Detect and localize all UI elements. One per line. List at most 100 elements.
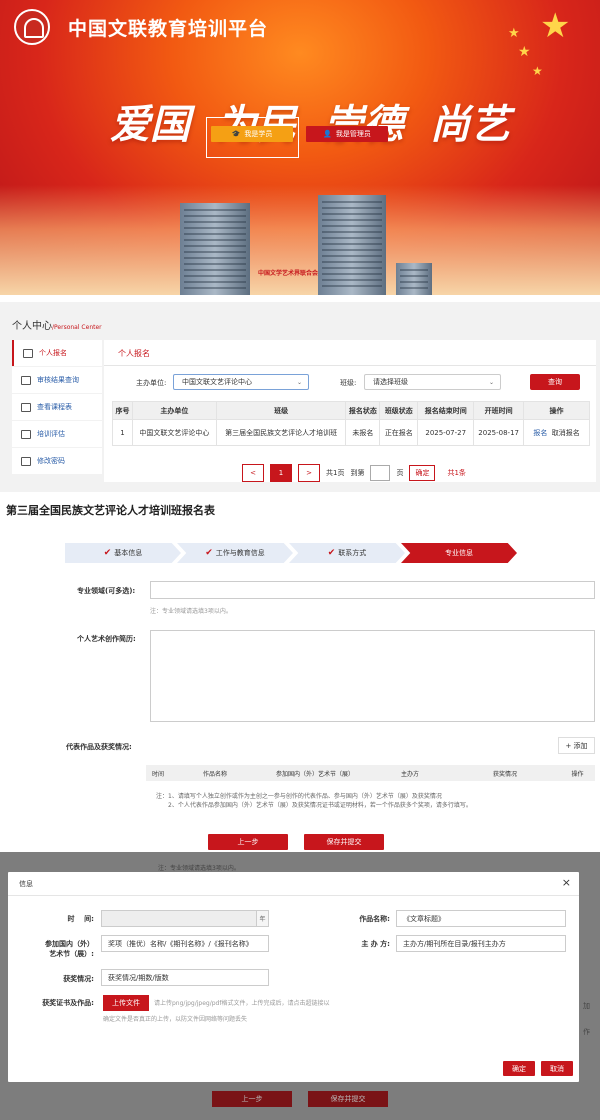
bio-label: 个人艺术创作简历: [77, 635, 136, 643]
award-input[interactable]: 获奖情况/期数/版数 [101, 969, 269, 986]
cell-organizer: 中国文联文艺评论中心 [131, 419, 217, 446]
dialog-ok-button[interactable]: 确定 [503, 1061, 535, 1076]
stars-decoration: ★ ★ ★ ★ [470, 4, 590, 104]
sidebar-item-evaluation[interactable]: 培训评估 [12, 421, 102, 447]
page-jump-input[interactable] [370, 465, 391, 481]
sidebar-item-label: 审核结果查询 [37, 376, 79, 384]
total-count: 共1条 [447, 469, 466, 477]
step-indicator: ✔ 基本信息 ✔ 工作与教育信息 ✔ 联系方式 专业信息 [65, 543, 525, 563]
column-header: 报名状态 [345, 401, 381, 420]
host-input[interactable]: 主办方/期刊所在目录/报刊主办方 [396, 935, 566, 952]
works-note-1: 注：1、请填写个人独立创作或作为主创之一参与创作的代表作品、参与国内（外）艺术节… [156, 793, 442, 800]
page-unit: 页 [396, 469, 404, 477]
sidebar-item-label: 个人报名 [39, 349, 67, 357]
sidebar-item-password[interactable]: 修改密码 [12, 448, 102, 474]
column-header: 参加国内（外）艺术节（展） [275, 770, 354, 778]
time-label: 时 间: [67, 915, 94, 923]
overlay-prev-button: 上一步 [212, 1091, 292, 1107]
save-submit-button[interactable]: 保存并提交 [304, 834, 384, 850]
time-input[interactable]: 年 [101, 910, 269, 927]
personal-center-sidebar: 个人报名 审核结果查询 查看课程表 培训评估 修改密码 [12, 340, 102, 475]
step-work-education[interactable]: ✔ 工作与教育信息 [177, 543, 293, 563]
table-header-row: 序号 主办单位 班级 报名状态 班级状态 报名结束时间 开班时间 操作 [112, 401, 590, 420]
column-header: 报名结束时间 [417, 401, 475, 420]
star-icon: ★ [508, 26, 520, 41]
upload-hint-1: 请上传png/jpg/jpeg/pdf格式文件，上传完成后，请点击超链接以 [154, 1000, 330, 1007]
sidebar-item-label: 查看课程表 [37, 403, 72, 411]
work-name-input[interactable]: 《文章标题》 [396, 910, 566, 927]
building [396, 263, 432, 295]
sidebar-item-registration[interactable]: 个人报名 [12, 340, 102, 366]
overlay-add-fragment: 加 [583, 1002, 590, 1010]
chevron-down-icon: ⌄ [488, 379, 494, 386]
class-select-placeholder: 请选择班级 [373, 378, 408, 386]
step-label: 联系方式 [338, 549, 367, 557]
host-value: 主办方/期刊所在目录/报刊主办方 [403, 939, 506, 948]
festival-input[interactable]: 奖项（推优）名称/《期刊名称》/《报刊名称》 [101, 935, 269, 952]
add-work-button[interactable]: + 添加 [558, 737, 595, 754]
professional-field-input[interactable] [150, 581, 595, 599]
tab-registration[interactable]: 个人报名 [118, 348, 150, 359]
personal-center: 个人中心/Personal Center 个人报名 审核结果查询 查看课程表 培… [0, 302, 600, 492]
column-header: 主办单位 [131, 401, 217, 420]
star-icon: ★ [540, 6, 571, 46]
check-icon: ✔ [205, 548, 213, 558]
personal-center-subtitle: /Personal Center [52, 324, 102, 331]
field-label: 专业领域(可多选): [77, 587, 136, 595]
divider [8, 895, 579, 896]
edit-icon [21, 456, 31, 466]
personal-center-title: 个人中心/Personal Center [12, 317, 102, 332]
dialog-title: 信息 [19, 880, 33, 888]
award-label: 获奖情况: [63, 975, 94, 983]
upload-file-button[interactable]: 上传文件 [103, 995, 149, 1011]
next-page-button[interactable]: > [298, 464, 320, 482]
dialog-cancel-button[interactable]: 取消 [541, 1061, 573, 1076]
works-table-header: 时间 作品名称 参加国内（外）艺术节（展） 主办方 获奖情况 操作 [146, 765, 595, 781]
close-icon[interactable]: × [562, 876, 571, 889]
overlay-save-button: 保存并提交 [308, 1091, 388, 1107]
cell-operations: 报名 取消报名 [523, 419, 590, 446]
student-login-button[interactable]: 🎓 我是学员 [211, 126, 293, 142]
total-pages: 共1页 [326, 469, 345, 477]
sidebar-item-schedule[interactable]: 查看课程表 [12, 394, 102, 420]
cell-class: 第三届全国民族文艺评论人才培训班 [215, 419, 347, 446]
admin-login-button[interactable]: 👤 我是管理员 [306, 126, 388, 142]
check-icon: ✔ [103, 548, 112, 558]
logo-icon [14, 9, 50, 45]
step-contact[interactable]: ✔ 联系方式 [289, 543, 405, 563]
class-select[interactable]: 请选择班级 ⌄ [364, 374, 501, 390]
prev-step-button[interactable]: 上一步 [208, 834, 288, 850]
column-header: 作品名称 [202, 770, 227, 778]
cell-registration-status: 未报名 [345, 419, 381, 446]
briefcase-icon [21, 375, 31, 385]
register-link[interactable]: 报名 [533, 429, 547, 437]
building-sign: 中国文学艺术界联合会 [258, 270, 319, 277]
building [180, 203, 250, 295]
work-info-dialog: 信息 × 时 间: 年 作品名称: 《文章标题》 参加国内（外） 艺术节（展）:… [8, 872, 579, 1082]
sidebar-item-review-result[interactable]: 审核结果查询 [12, 367, 102, 393]
step-label: 专业信息 [445, 549, 473, 557]
column-header: 班级 [215, 401, 347, 420]
year-unit: 年 [256, 911, 268, 926]
cell-end-date: 2025-07-27 [417, 419, 475, 446]
check-icon: ✔ [327, 548, 336, 558]
organizer-select[interactable]: 中国文联文艺评论中心 ⌄ [173, 374, 309, 390]
page-jump-ok-button[interactable]: 确定 [409, 465, 436, 481]
registration-form: 第三届全国民族文艺评论人才培训班报名表 ✔ 基本信息 ✔ 工作与教育信息 ✔ 联… [0, 496, 600, 852]
works-label: 代表作品及获奖情况: [66, 743, 132, 751]
step-basic-info[interactable]: ✔ 基本信息 [65, 543, 181, 563]
step-professional-info[interactable]: 专业信息 [401, 543, 517, 563]
step-label: 工作与教育信息 [215, 549, 265, 557]
query-button[interactable]: 查询 [530, 374, 580, 390]
pagination: < 1 > 共1页 到第 页 确定 共1条 [242, 464, 466, 482]
host-label: 主 办 方: [361, 940, 390, 948]
prev-page-button[interactable]: < [242, 464, 264, 482]
banner: 中国文联教育培训平台 ★ ★ ★ ★ 爱国 为民 崇德 尚艺 🎓 我是学员 👤 … [0, 0, 600, 295]
cell-start-date: 2025-08-17 [473, 419, 525, 446]
graduation-cap-icon: 🎓 [231, 130, 241, 138]
bio-textarea[interactable] [150, 630, 595, 722]
festival-label-line-1: 参加国内（外） [45, 940, 94, 948]
cancel-registration-link[interactable]: 取消报名 [552, 429, 580, 437]
festival-label-line-2: 艺术节（展）: [49, 950, 94, 958]
page-1-button[interactable]: 1 [270, 464, 292, 482]
